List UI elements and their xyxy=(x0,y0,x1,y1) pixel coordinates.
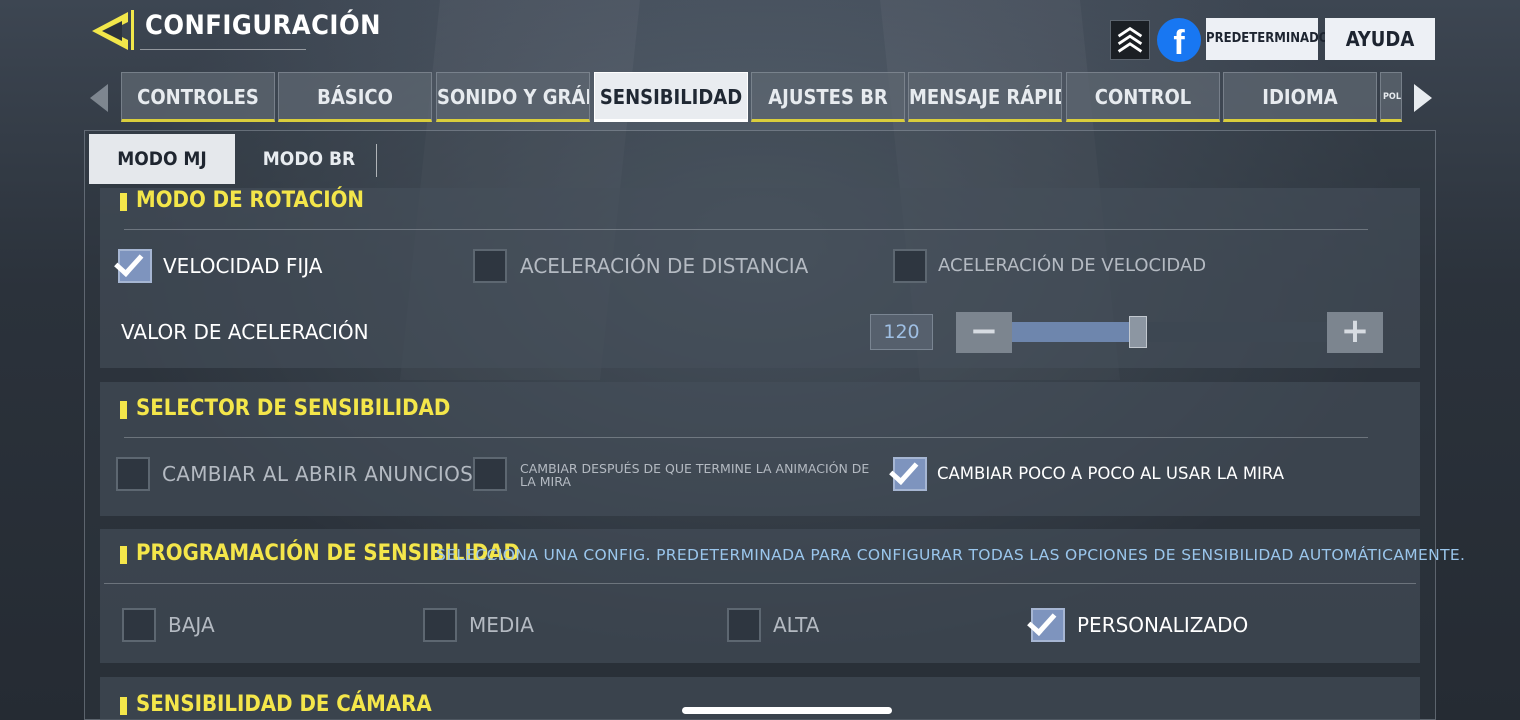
tab-1[interactable]: BÁSICO xyxy=(278,72,432,122)
tab-4[interactable]: AJUSTES BR xyxy=(751,72,905,122)
page-title: CONFIGURACIÓN xyxy=(145,10,381,41)
checkbox-speed-acceleration[interactable] xyxy=(893,249,927,283)
section-divider xyxy=(124,229,1368,230)
tab-7[interactable]: IDIOMA xyxy=(1223,72,1377,122)
camera-section-title: SENSIBILIDAD DE CÁMARA xyxy=(136,692,432,717)
label-high: ALTA xyxy=(773,613,820,637)
checkmark-icon xyxy=(1027,605,1057,636)
subtab-modo-br[interactable]: MODO BR xyxy=(236,134,382,184)
checkbox-high[interactable] xyxy=(727,608,761,642)
acceleration-slider[interactable] xyxy=(1012,316,1328,348)
section-divider xyxy=(124,437,1368,438)
label-custom: PERSONALIZADO xyxy=(1077,613,1249,637)
label-low: BAJA xyxy=(168,613,215,637)
tab-6[interactable]: CONTROL xyxy=(1066,72,1220,122)
rotation-section-title: MODO DE ROTACIÓN xyxy=(136,188,364,213)
help-button[interactable]: AYUDA xyxy=(1325,18,1435,60)
checkbox-switch-on-ads[interactable] xyxy=(116,457,150,491)
tab-3[interactable]: SENSIBILIDAD xyxy=(594,72,748,122)
programming-description: SELECCIONA UNA CONFIG. PREDETERMINADA PA… xyxy=(436,546,1466,564)
checkbox-switch-gradually[interactable] xyxy=(889,454,927,491)
tab-5[interactable]: MENSAJE RÁPIDO xyxy=(908,72,1062,122)
section-divider xyxy=(104,583,1416,584)
subtab-divider xyxy=(376,144,377,177)
slider-thumb[interactable] xyxy=(1129,316,1148,348)
tab-2[interactable]: SONIDO Y GRÁFICOS xyxy=(436,72,590,122)
section-marker xyxy=(120,193,127,211)
back-arrow-icon[interactable] xyxy=(88,10,132,52)
tab-right-arrow-icon[interactable] xyxy=(1414,84,1432,112)
checkbox-low[interactable] xyxy=(122,608,156,642)
label-medium: MEDIA xyxy=(469,613,534,637)
acceleration-value-label: VALOR DE ACELERACIÓN xyxy=(121,320,369,344)
checkbox-medium[interactable] xyxy=(423,608,457,642)
title-underline xyxy=(140,49,306,50)
home-indicator xyxy=(682,707,892,714)
title-divider xyxy=(131,10,134,50)
section-marker xyxy=(120,546,127,564)
label-fixed-speed: VELOCIDAD FIJA xyxy=(163,254,323,278)
checkbox-distance-acceleration[interactable] xyxy=(473,249,507,283)
selector-section-title: SELECTOR DE SENSIBILIDAD xyxy=(136,396,451,421)
rank-chevrons-icon[interactable] xyxy=(1110,20,1150,60)
label-switch-after-animation: CAMBIAR DESPUÉS DE QUE TERMINE LA ANIMAC… xyxy=(520,461,870,489)
tab-left-arrow-icon[interactable] xyxy=(90,84,108,112)
checkmark-icon xyxy=(889,454,919,485)
checkmark-icon xyxy=(114,246,144,277)
checkbox-custom[interactable] xyxy=(1027,605,1065,642)
section-marker xyxy=(120,697,127,715)
acceleration-value-field[interactable]: 120 xyxy=(870,314,933,350)
plus-icon[interactable]: + xyxy=(1327,312,1383,353)
label-switch-gradually: CAMBIAR POCO A POCO AL USAR LA MIRA xyxy=(937,464,1285,483)
facebook-icon[interactable]: f xyxy=(1157,18,1201,62)
default-settings-button[interactable]: PREDETERMINADO xyxy=(1206,18,1329,60)
label-distance-acceleration: ACELERACIÓN DE DISTANCIA xyxy=(520,254,809,278)
subtab-modo-mj[interactable]: MODO MJ xyxy=(89,134,235,184)
label-speed-acceleration: ACELERACIÓN DE VELOCIDAD xyxy=(938,255,1207,276)
checkbox-switch-after-animation[interactable] xyxy=(473,457,507,491)
label-switch-on-ads: CAMBIAR AL ABRIR ANUNCIOS xyxy=(162,462,474,486)
tab-0[interactable]: CONTROLES xyxy=(121,72,275,122)
minus-icon[interactable]: − xyxy=(956,312,1012,353)
slider-fill xyxy=(1012,322,1139,342)
section-marker xyxy=(120,401,127,419)
checkbox-fixed-speed[interactable] xyxy=(114,246,152,283)
tab-8[interactable]: POLÍ xyxy=(1380,72,1402,122)
